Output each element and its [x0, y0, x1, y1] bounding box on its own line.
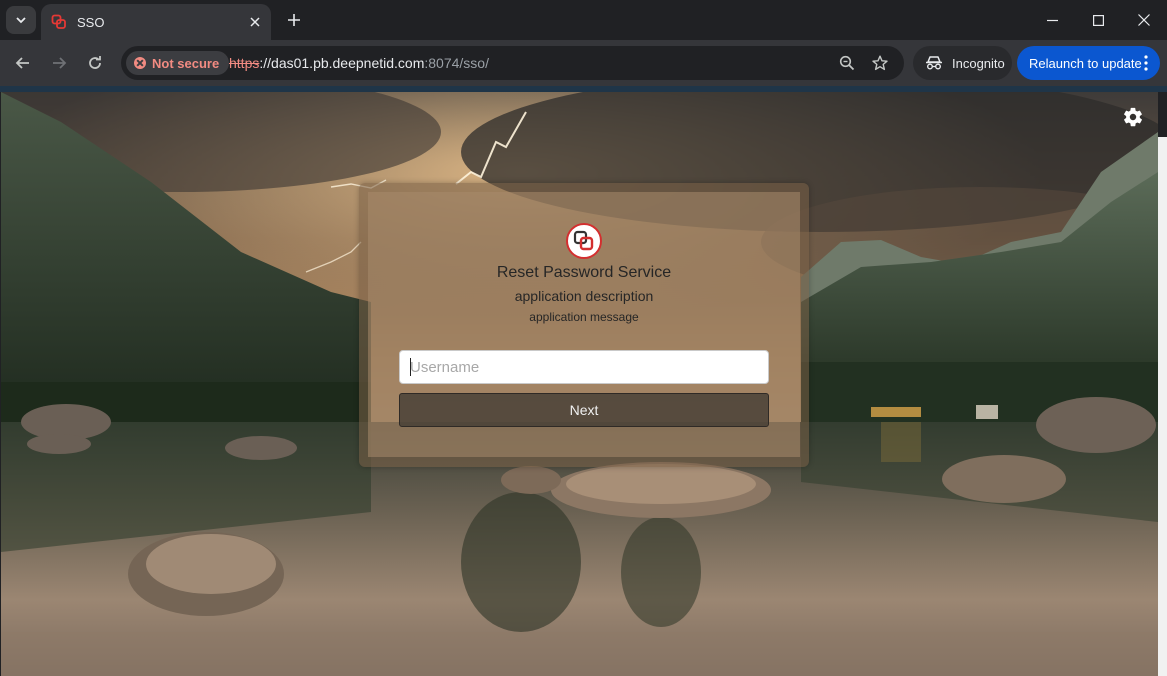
username-input[interactable]: [399, 350, 769, 384]
back-button[interactable]: [9, 49, 37, 77]
relaunch-label: Relaunch to update: [1029, 55, 1142, 71]
app-logo: [566, 223, 602, 259]
close-icon: [1138, 14, 1150, 26]
incognito-indicator[interactable]: Incognito: [913, 46, 1012, 80]
sso-favicon-icon: [51, 14, 66, 29]
text-caret: [410, 358, 411, 376]
next-button[interactable]: Next: [399, 393, 769, 427]
not-secure-icon: [134, 57, 146, 69]
reload-button[interactable]: [81, 49, 109, 77]
maximize-icon: [1092, 14, 1104, 26]
not-secure-label: Not secure: [152, 55, 220, 71]
address-bar[interactable]: Not secure https://das01.pb.deepnetid.co…: [121, 46, 904, 80]
arrow-left-icon: [15, 57, 29, 69]
maximize-button[interactable]: [1075, 0, 1121, 40]
minimize-icon: [1046, 19, 1058, 21]
reload-icon: [89, 56, 101, 69]
zoom-icon[interactable]: [837, 53, 857, 73]
site-info-chip[interactable]: Not secure: [126, 51, 230, 75]
new-tab-button[interactable]: [282, 8, 306, 32]
close-window-button[interactable]: [1121, 0, 1167, 40]
minimize-button[interactable]: [1029, 0, 1075, 40]
close-tab-icon[interactable]: [245, 12, 265, 32]
tab-title: SSO: [77, 14, 105, 30]
vertical-scrollbar[interactable]: [1158, 137, 1167, 676]
url-path: :8074/sso/: [424, 55, 489, 71]
tab-strip: SSO: [0, 0, 1167, 40]
browser-toolbar: Not secure https://das01.pb.deepnetid.co…: [0, 40, 1167, 86]
url-text: https://das01.pb.deepnetid.com:8074/sso/: [229, 55, 489, 71]
application-message: application message: [529, 310, 639, 324]
plus-icon: [288, 14, 300, 26]
url-scheme: https: [229, 55, 260, 71]
more-vert-icon: [1144, 55, 1148, 71]
page-title: Reset Password Service: [496, 264, 672, 281]
forward-button[interactable]: [45, 49, 73, 77]
chevron-down-icon: [16, 17, 26, 24]
arrow-right-icon: [53, 57, 67, 69]
relaunch-to-update-button[interactable]: Relaunch to update: [1017, 46, 1160, 80]
url-host: ://das01.pb.deepnetid.com: [259, 55, 425, 71]
incognito-icon: [926, 56, 942, 70]
bookmark-star-icon[interactable]: [870, 53, 890, 73]
deepnet-logo-icon: [573, 230, 594, 251]
tab-search-button[interactable]: [6, 6, 36, 34]
incognito-label: Incognito: [952, 55, 1005, 71]
gear-icon[interactable]: [1122, 106, 1144, 128]
application-description: application description: [514, 288, 654, 304]
tab-sso[interactable]: SSO: [41, 4, 271, 40]
